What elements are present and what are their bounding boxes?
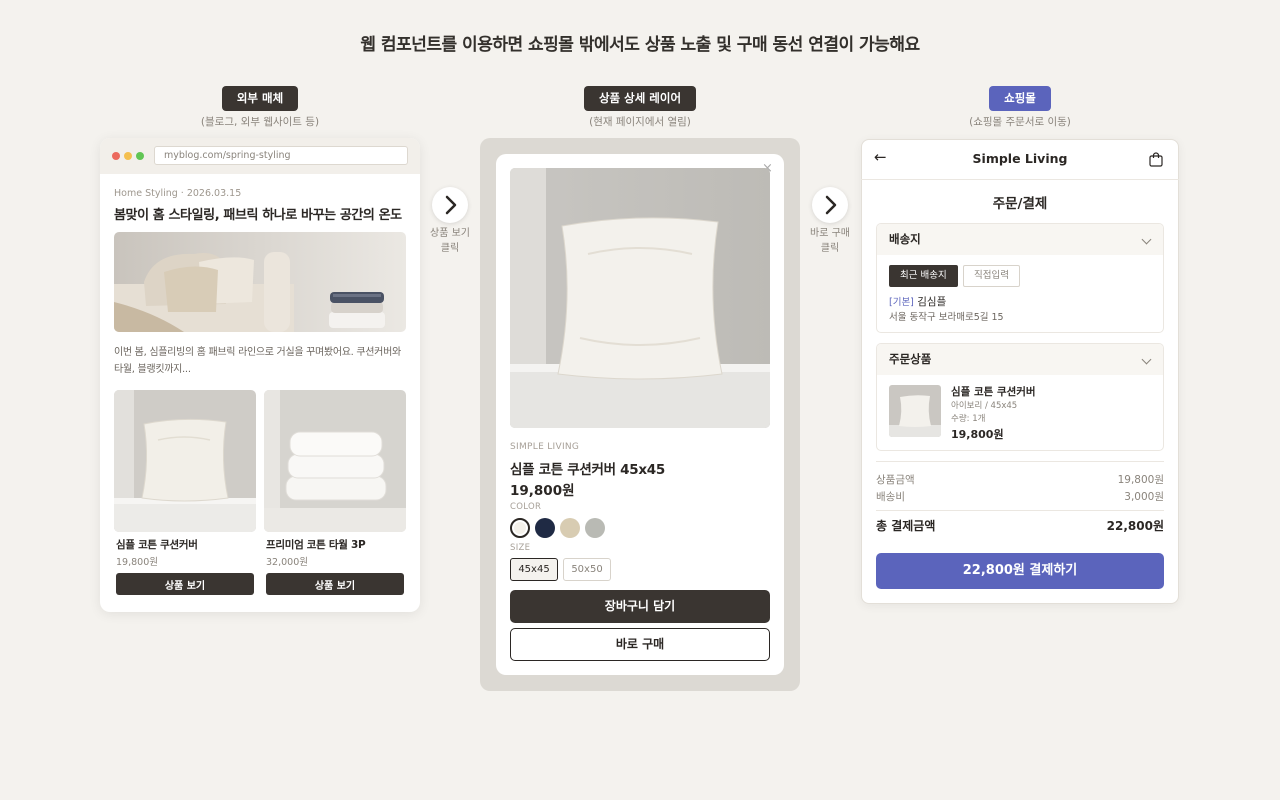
- arrow-label: 상품 보기 클릭: [430, 228, 470, 254]
- color-swatch-ivory[interactable]: [510, 518, 530, 538]
- product-name: 프리미엄 코튼 타월 3P: [266, 539, 366, 551]
- towel-thumbnail[interactable]: [264, 390, 406, 532]
- view-product-button[interactable]: 상품 보기: [116, 573, 254, 595]
- cushion-thumbnail[interactable]: [114, 390, 256, 532]
- chevron-right-icon: [445, 195, 457, 215]
- address: 서울 동작구 보라매로5길 15: [889, 312, 1004, 323]
- shipping-fee-row: 배송비 3,000원: [876, 491, 1164, 503]
- size-option-50x50[interactable]: 50x50: [563, 558, 611, 581]
- shipping-header[interactable]: 배송지: [877, 224, 1163, 255]
- product-price: 32,000원: [266, 557, 308, 568]
- chevron-right-icon: [825, 195, 837, 215]
- recipient: [기본] 김심플: [889, 294, 946, 309]
- badge-external: 외부 매체: [221, 86, 299, 111]
- divider: [876, 461, 1164, 462]
- column-header-external: 외부 매체 (블로그, 외부 웹사이트 등): [100, 86, 420, 129]
- close-dot-icon: [112, 152, 120, 160]
- item-option: 아이보리 / 45x45: [951, 401, 1018, 411]
- column-header-shop: 쇼핑몰 (쇼핑몰 주문서로 이동): [860, 86, 1180, 129]
- blog-card: myblog.com/spring-styling Home Styling ·…: [100, 138, 420, 612]
- pay-button[interactable]: 22,800원 결제하기: [876, 553, 1164, 589]
- post-title: 봄맞이 홈 스타일링, 패브릭 하나로 바꾸는 공간의 온도: [114, 208, 402, 223]
- shopping-bag-icon[interactable]: [1149, 152, 1163, 167]
- product-card: 심플 코튼 쿠션커버 19,800원 상품 보기: [114, 390, 256, 595]
- item-quantity: 수량: 1개: [951, 414, 986, 424]
- view-product-button[interactable]: 상품 보기: [266, 573, 404, 595]
- item-name: 심플 코튼 쿠션커버: [951, 386, 1036, 398]
- arrow-label: 바로 구매 클릭: [810, 228, 850, 254]
- size-option-45x45[interactable]: 45x45: [510, 558, 558, 581]
- color-swatch-navy[interactable]: [535, 518, 555, 538]
- layer-product-price: 19,800원: [510, 483, 575, 499]
- page-headline: 웹 컴포넌트를 이용하면 쇼핑몰 밖에서도 상품 노출 및 구매 동선 연결이 …: [360, 35, 920, 55]
- divider: [876, 510, 1164, 511]
- item-thumbnail: [889, 385, 941, 437]
- next-step-arrow: [812, 187, 848, 223]
- subtotal-row: 상품금액 19,800원: [876, 474, 1164, 486]
- layer-product-name: 심플 코튼 쿠션커버 45x45: [510, 462, 665, 478]
- size-label: SIZE: [510, 543, 531, 553]
- post-meta: Home Styling · 2026.03.15: [114, 188, 242, 199]
- color-label: COLOR: [510, 502, 542, 512]
- recipient-name: 김심플: [917, 296, 947, 308]
- product-name: 심플 코튼 쿠션커버: [116, 539, 198, 551]
- product-price: 19,800원: [116, 557, 158, 568]
- caption-external: (블로그, 외부 웹사이트 등): [200, 116, 320, 128]
- shop-name: Simple Living: [972, 151, 1068, 166]
- badge-layer: 상품 상세 레이어: [583, 86, 697, 111]
- caption-layer: (현재 페이지에서 열림): [589, 116, 691, 128]
- chevron-down-icon: [1141, 354, 1152, 365]
- brand-name: SIMPLE LIVING: [510, 442, 580, 452]
- shipping-section: 배송지 최근 배송지 직접입력 [기본] 김심플 서울 동작구 보라매로5길 1…: [876, 223, 1164, 333]
- badge-shop: 쇼핑몰: [989, 86, 1051, 111]
- add-to-cart-button[interactable]: 장바구니 담기: [510, 590, 770, 623]
- chevron-down-icon: [1141, 234, 1152, 245]
- color-swatch-gray[interactable]: [585, 518, 605, 538]
- total-row: 총 결제금액 22,800원: [876, 519, 1164, 533]
- buy-now-button[interactable]: 바로 구매: [510, 628, 770, 661]
- url-bar[interactable]: myblog.com/spring-styling: [154, 146, 408, 165]
- color-swatch-beige[interactable]: [560, 518, 580, 538]
- column-header-layer: 상품 상세 레이어 (현재 페이지에서 열림): [480, 86, 800, 129]
- minimize-dot-icon: [124, 152, 132, 160]
- next-step-arrow: [432, 187, 468, 223]
- item-price: 19,800원: [951, 428, 1004, 441]
- page-title: 주문/결제: [992, 196, 1048, 212]
- tab-recent-address[interactable]: 최근 배송지: [889, 265, 958, 287]
- tab-manual-input[interactable]: 직접입력: [963, 265, 1020, 287]
- hero-image: [114, 232, 406, 332]
- caption-shop: (쇼핑몰 주문서로 이동): [969, 116, 1071, 128]
- order-items-header[interactable]: 주문상품: [877, 344, 1163, 375]
- default-tag: [기본]: [889, 297, 914, 308]
- product-card: 프리미엄 코튼 타월 3P 32,000원 상품 보기: [264, 390, 406, 595]
- post-intro: 이번 봄, 심플리빙의 홈 패브릭 라인으로 거실을 꾸며봤어요. 쿠션커버와 …: [114, 347, 401, 375]
- browser-bar: myblog.com/spring-styling: [100, 138, 420, 174]
- maximize-dot-icon: [136, 152, 144, 160]
- order-items-section: 주문상품 심플 코튼 쿠션커버 아이보리 / 45x45 수량: 1개 19,8…: [876, 343, 1164, 451]
- product-image: [510, 168, 770, 428]
